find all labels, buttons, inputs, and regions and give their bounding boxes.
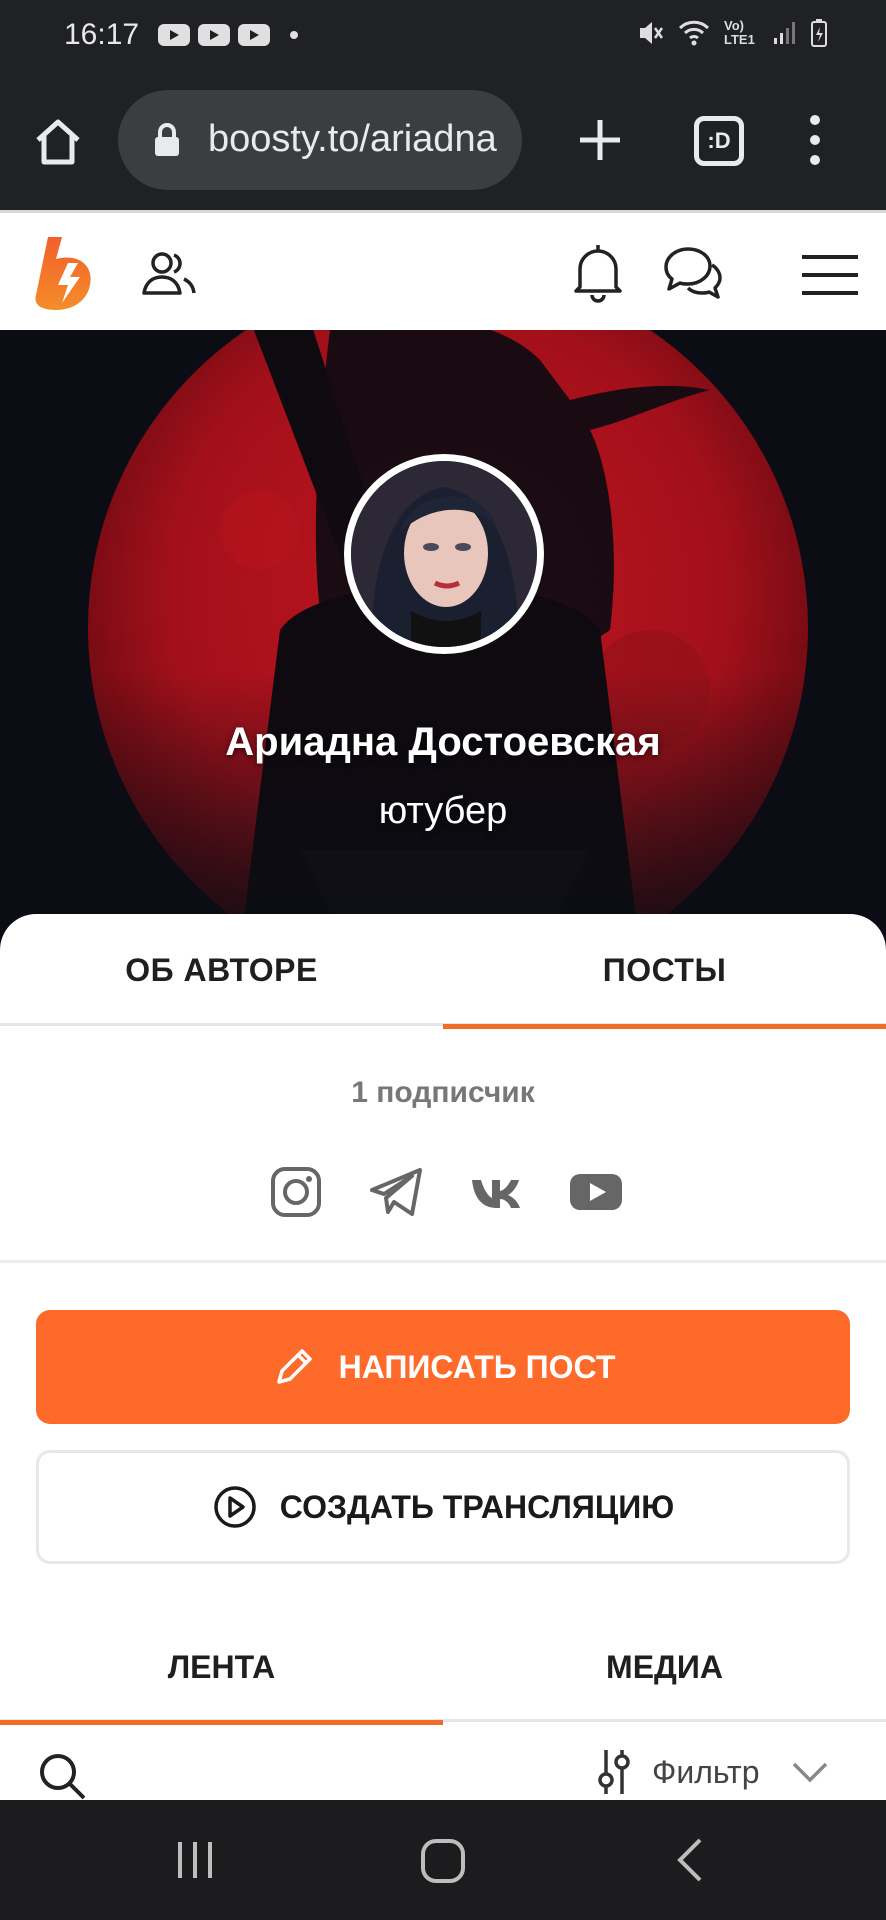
- tab-about[interactable]: ОБ АВТОРЕ: [0, 914, 443, 1026]
- wifi-icon: [678, 20, 710, 46]
- active-tab-indicator: [443, 1024, 886, 1029]
- social-links: [262, 1164, 632, 1224]
- system-navigation-bar: [0, 1800, 886, 1920]
- write-post-button[interactable]: НАПИСАТЬ ПОСТ: [36, 1310, 850, 1424]
- notification-icons: [158, 24, 298, 46]
- search-icon[interactable]: [36, 1750, 88, 1800]
- subscriptions-icon[interactable]: [140, 249, 198, 299]
- network-label: Vo) LTE1: [724, 18, 755, 47]
- author-avatar[interactable]: [344, 454, 544, 654]
- youtube-notification-icon: [158, 24, 190, 46]
- status-time: 16:17: [64, 18, 140, 51]
- back-icon[interactable]: [672, 1836, 708, 1884]
- lock-icon: [155, 123, 179, 156]
- profile-content: ОБ АВТОРЕ ПОСТЫ 1 подписчик НАПИСАТЬ ПОС…: [0, 914, 886, 1800]
- avatar-photo: [351, 461, 537, 647]
- youtube-notification-icon: [238, 24, 270, 46]
- tab-posts-label: ПОСТЫ: [602, 951, 727, 988]
- signal-icon: [774, 22, 795, 44]
- filter-label: Фильтр: [652, 1753, 760, 1790]
- feed-toolbar: Фильтр: [0, 1722, 886, 1800]
- tab-feed[interactable]: ЛЕНТА: [0, 1612, 443, 1725]
- vk-icon[interactable]: [468, 1164, 524, 1220]
- create-stream-button[interactable]: СОЗДАТЬ ТРАНСЛЯЦИЮ: [36, 1450, 850, 1564]
- new-tab-icon[interactable]: [572, 112, 628, 168]
- profile-cover: Ариадна Достоевская ютубер: [0, 330, 886, 950]
- subscriber-count: 1 подписчик: [351, 1076, 535, 1109]
- more-notifications-icon: [290, 31, 298, 39]
- youtube-icon[interactable]: [568, 1164, 624, 1220]
- battery-icon: [811, 19, 827, 47]
- create-stream-label: СОЗДАТЬ ТРАНСЛЯЦИЮ: [279, 1488, 675, 1525]
- youtube-notification-icon: [198, 24, 230, 46]
- home-nav-icon[interactable]: [420, 1838, 466, 1884]
- divider: [0, 1260, 886, 1263]
- messages-icon[interactable]: [662, 243, 724, 303]
- mute-icon: [640, 22, 664, 44]
- profile-tabs: ОБ АВТОРЕ ПОСТЫ: [0, 914, 886, 1029]
- boosty-logo[interactable]: [34, 233, 100, 313]
- url-text: boosty.to/ariadna: [208, 118, 497, 160]
- site-header: [0, 210, 886, 330]
- notifications-bell-icon[interactable]: [570, 241, 626, 305]
- author-role: ютубер: [378, 790, 508, 832]
- tab-posts[interactable]: ПОСТЫ: [443, 914, 886, 1029]
- pencil-icon: [276, 1349, 312, 1384]
- recent-apps-icon[interactable]: [174, 1840, 216, 1880]
- tab-media[interactable]: МЕДИА: [443, 1612, 886, 1722]
- play-circle-icon: [214, 1486, 256, 1528]
- filter-button[interactable]: Фильтр: [596, 1748, 830, 1796]
- telegram-icon[interactable]: [368, 1164, 424, 1220]
- hamburger-menu-icon[interactable]: [800, 253, 860, 297]
- address-bar[interactable]: boosty.to/ariadna: [118, 90, 522, 190]
- tab-switcher-button[interactable]: :D: [694, 116, 744, 166]
- browser-toolbar: boosty.to/ariadna :D: [0, 72, 886, 210]
- home-icon[interactable]: [30, 114, 86, 170]
- feed-tabs: ЛЕНТА МЕДИА: [0, 1612, 886, 1725]
- instagram-icon[interactable]: [268, 1164, 324, 1220]
- write-post-label: НАПИСАТЬ ПОСТ: [338, 1348, 616, 1385]
- chevron-down-icon: [792, 1762, 827, 1783]
- status-bar: 16:17 Vo) LTE1: [0, 0, 886, 72]
- tab-feed-label: ЛЕНТА: [167, 1648, 276, 1685]
- author-name: Ариадна Достоевская: [225, 720, 661, 764]
- system-status-icons: Vo) LTE1: [638, 18, 828, 48]
- more-menu-icon[interactable]: [800, 112, 830, 168]
- filter-sliders-icon: [598, 1750, 630, 1794]
